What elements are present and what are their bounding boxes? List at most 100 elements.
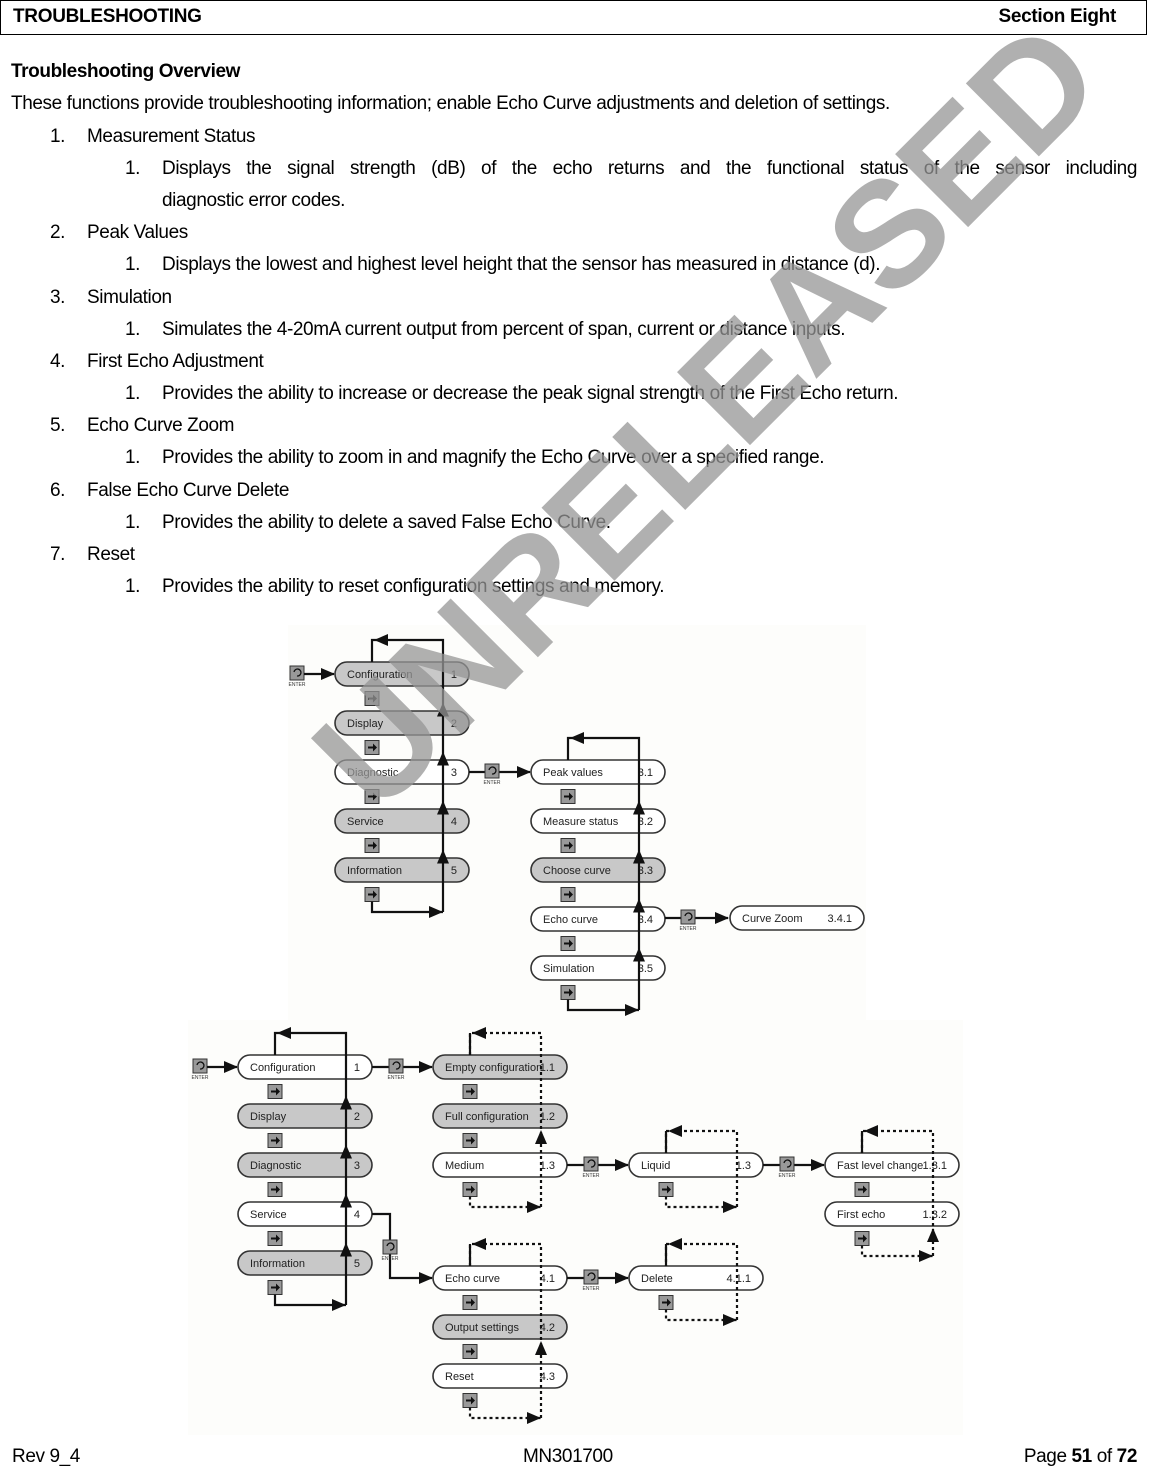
- arrowhead-icon: [340, 1193, 352, 1208]
- overview-intro: These functions provide troubleshooting …: [11, 93, 890, 114]
- enter-key-icon: [484, 763, 500, 779]
- arrowhead-icon: [517, 766, 531, 778]
- menu-number: 2: [354, 1111, 360, 1123]
- menu-label: Output settings: [445, 1322, 519, 1334]
- footer-document-number: MN301700: [523, 1446, 613, 1467]
- arrowhead-icon: [723, 1201, 737, 1213]
- menu-item: Diagnostic 3: [334, 759, 470, 785]
- menu-label: Configuration: [347, 669, 412, 681]
- arrowhead-icon: [332, 1299, 346, 1311]
- arrowhead-icon: [340, 1095, 352, 1110]
- sub-item-number: 1.: [125, 512, 141, 533]
- list-item-label: Measurement Status: [87, 126, 256, 147]
- arrowhead-icon: [277, 1027, 291, 1039]
- menu-label: Information: [347, 865, 402, 877]
- sub-item-number: 1.: [125, 158, 141, 179]
- arrowhead-icon: [668, 1125, 682, 1137]
- arrowhead-icon: [437, 702, 449, 717]
- list-item-label: False Echo Curve Delete: [87, 480, 290, 501]
- page-header: TROUBLESHOOTING Section Eight: [0, 0, 1147, 35]
- enter-key-label: ENTER: [779, 1173, 796, 1179]
- arrowhead-icon: [570, 732, 584, 744]
- menu-item: Echo curve 3.4: [530, 906, 666, 932]
- list-item-number: 3.: [50, 287, 66, 308]
- menu-number: 1: [451, 669, 457, 681]
- sub-item-text: Displays the signal strength (dB) of the…: [162, 158, 1137, 179]
- menu-label: Reset: [445, 1371, 474, 1383]
- sub-item-number: 1.: [125, 254, 141, 275]
- menu-item: Echo curve 4.1: [432, 1265, 568, 1291]
- menu-label: Choose curve: [543, 865, 611, 877]
- arrowhead-icon: [429, 906, 443, 918]
- list-item-number: 5.: [50, 415, 66, 436]
- enter-key-label: ENTER: [192, 1075, 209, 1081]
- arrowhead-icon: [374, 634, 388, 646]
- menu-number: 3: [354, 1160, 360, 1172]
- sub-item-text-cont: diagnostic error codes.: [162, 190, 346, 211]
- menu-item: First echo 1.3.2: [824, 1201, 960, 1227]
- list-item-number: 7.: [50, 544, 66, 565]
- enter-key-icon: [680, 909, 696, 925]
- enter-key-icon: [289, 665, 305, 681]
- arrowhead-icon: [723, 1314, 737, 1326]
- menu-label: Echo curve: [445, 1273, 500, 1285]
- header-section-number: Section Eight: [998, 6, 1117, 27]
- menu-label: Curve Zoom: [742, 913, 803, 925]
- menu-item: Fast level change 1.3.1: [824, 1152, 960, 1178]
- menu-item: Simulation 3.5: [530, 955, 666, 981]
- sub-item-text: Provides the ability to delete a saved F…: [162, 512, 611, 533]
- sub-item-number: 1.: [125, 576, 141, 597]
- menu-item: Liquid 1.3: [628, 1152, 764, 1178]
- menu-number: 4: [354, 1209, 360, 1221]
- menu-label: Liquid: [641, 1160, 670, 1172]
- menu-label: Peak values: [543, 767, 603, 779]
- menu-item: Information 5: [334, 857, 470, 883]
- menu-number: 4.1.1: [727, 1273, 751, 1285]
- enter-key-label: ENTER: [484, 780, 501, 786]
- menu-number: 3: [451, 767, 457, 779]
- diagnostic-menu-diagram: ENTER Configuration 1 Display 2 Diagnostic 3 Se…: [288, 625, 866, 1025]
- menu-item: Configuration 1: [237, 1054, 373, 1080]
- footer-page-number: Page 51 of 72: [1024, 1446, 1138, 1468]
- enter-key-label: ENTER: [388, 1075, 405, 1081]
- dotted-connector: [860, 1129, 935, 1256]
- sub-item-text: Provides the ability to increase or decr…: [162, 383, 899, 404]
- arrowhead-icon: [321, 668, 335, 680]
- menu-number: 1: [354, 1062, 360, 1074]
- arrowhead-icon: [224, 1061, 238, 1073]
- arrowhead-icon: [419, 1061, 433, 1073]
- arrowhead-icon: [437, 849, 449, 864]
- menu-label: Service: [347, 816, 384, 828]
- sub-item-text: Displays the lowest and highest level he…: [162, 254, 881, 275]
- enter-key-label: ENTER: [289, 682, 306, 688]
- list-item-number: 1.: [50, 126, 66, 147]
- overview-title: Troubleshooting Overview: [11, 61, 240, 82]
- arrowhead-icon: [864, 1125, 878, 1137]
- enter-key-icon: [388, 1058, 404, 1074]
- list-item-label: Echo Curve Zoom: [87, 415, 235, 436]
- arrowhead-icon: [633, 849, 645, 864]
- arrowhead-icon: [535, 1341, 547, 1355]
- menu-label: Delete: [641, 1273, 673, 1285]
- list-item-label: Simulation: [87, 287, 172, 308]
- diagram-2-svg: ENTER Configuration 1 Display 2 Diagnostic 3 Se…: [192, 1027, 960, 1424]
- menu-label: Service: [250, 1209, 287, 1221]
- menu-item: Output settings 4.2: [432, 1314, 568, 1340]
- arrowhead-icon: [419, 1272, 433, 1284]
- arrowhead-icon: [535, 1130, 547, 1144]
- menu-item: Reset 4.3: [432, 1363, 568, 1389]
- menu-item: Full configuration 1.2: [432, 1103, 568, 1129]
- enter-key-icon: [192, 1058, 208, 1074]
- menu-item: Medium 1.3: [432, 1152, 568, 1178]
- menu-number: 1.3.1: [923, 1160, 947, 1172]
- page-current: 51: [1071, 1446, 1093, 1467]
- menu-number: 2: [451, 718, 457, 730]
- arrowhead-icon: [927, 1228, 939, 1242]
- enter-key-icon: [779, 1156, 795, 1172]
- menu-label: Display: [250, 1111, 287, 1123]
- arrowhead-icon: [437, 800, 449, 815]
- header-section-title: TROUBLESHOOTING: [13, 6, 202, 27]
- menu-label: Information: [250, 1258, 305, 1270]
- menu-item: Information 5: [237, 1250, 373, 1276]
- list-item-number: 6.: [50, 480, 66, 501]
